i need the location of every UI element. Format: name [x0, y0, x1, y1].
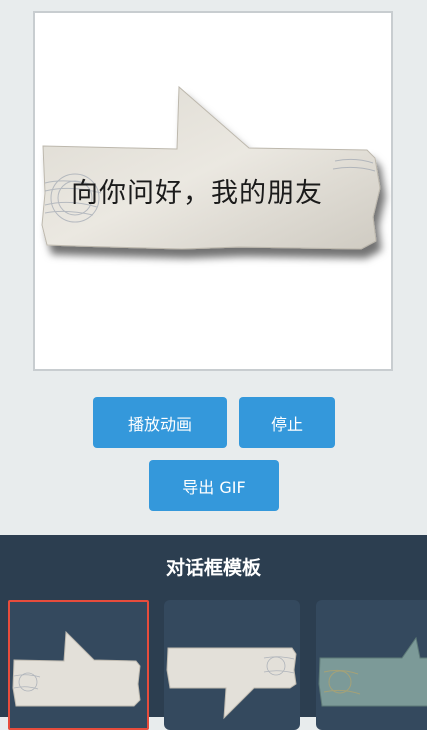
play-animation-button[interactable]: 播放动画: [93, 397, 227, 448]
template-thumb-2[interactable]: [164, 600, 300, 730]
template-3-preview: [318, 636, 427, 707]
export-gif-button[interactable]: 导出 GIF: [149, 460, 279, 511]
bubble-text: 向你问好，我的朋友: [71, 178, 323, 209]
template-1-preview: [12, 630, 141, 707]
template-panel-title: 对话框模板: [165, 557, 261, 579]
bubble-preview-canvas: 向你问好，我的朋友: [33, 11, 393, 371]
template-2-preview: [166, 647, 297, 720]
template-thumb-3[interactable]: [316, 600, 427, 730]
template-panel: 对话框模板: [0, 535, 427, 730]
stop-button[interactable]: 停止: [239, 397, 335, 448]
template-thumb-1[interactable]: [8, 600, 149, 730]
